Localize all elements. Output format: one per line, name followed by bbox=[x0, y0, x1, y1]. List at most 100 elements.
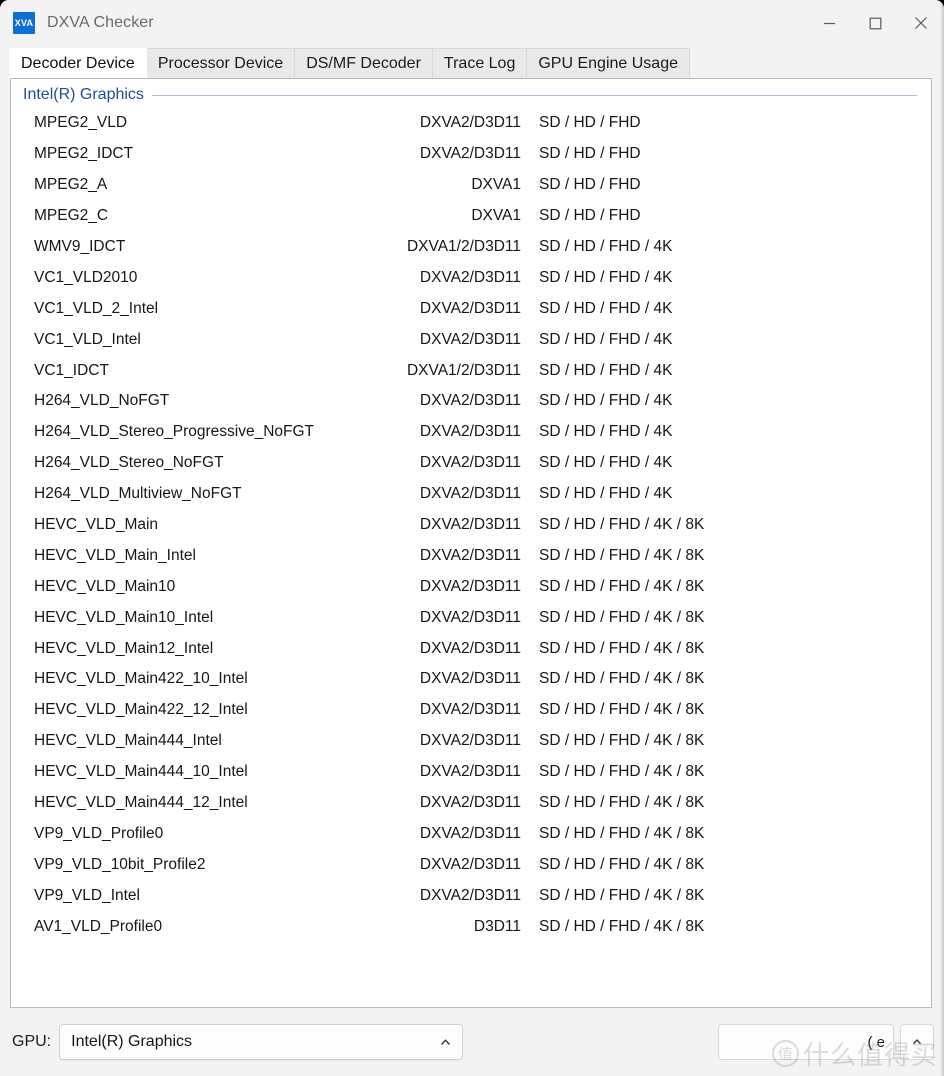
decoder-row[interactable]: VP9_VLD_10bit_Profile2 DXVA2/D3D11 SD / HD… bbox=[11, 849, 931, 880]
decoder-row[interactable]: HEVC_VLD_Main10_Intel DXVA2/D3D11 SD / HD … bbox=[11, 602, 931, 633]
decoder-row[interactable]: VC1_VLD_Intel DXVA2/D3D11 SD / HD / FHD / … bbox=[11, 324, 931, 355]
decoder-api: DXVA2/D3D11 bbox=[419, 824, 521, 842]
decoder-resolutions: SD / HD / FHD / 4K bbox=[539, 485, 673, 503]
decoder-api: DXVA1/2/D3D11 bbox=[406, 238, 521, 255]
decoder-api: DXVA2/D3D11 bbox=[419, 546, 521, 564]
decoder-row[interactable]: VC1_IDCT DXVA1/2/D3D11 SD / HD / FHD / 4K bbox=[11, 355, 931, 386]
tab-strip: Decoder Device Processor Device DS/MF Deco… bbox=[0, 46, 944, 78]
secondary-select[interactable]: ( e bbox=[718, 1024, 894, 1060]
tab-decoder-device[interactable]: Decoder Device bbox=[9, 48, 147, 78]
decoder-list: MPEG2_VLD DXVA2/D3D11 SD / HD / FHD MPEG2_I… bbox=[11, 105, 931, 942]
minimize-button[interactable] bbox=[806, 0, 852, 46]
decoder-api: DXVA2/D3D11 bbox=[419, 732, 521, 750]
decoder-resolutions: SD / HD / FHD / 4K / 8K bbox=[539, 824, 705, 842]
decoder-row[interactable]: H264_VLD_Stereo_NoFGT DXVA2/D3D11 SD / HD … bbox=[11, 448, 931, 479]
decoder-row[interactable]: MPEG2_A DXVA1 SD / HD / FHD bbox=[11, 170, 931, 201]
decoder-name: VC1_VLD_Intel bbox=[34, 330, 141, 348]
decoder-row[interactable]: WMV9_IDCT DXVA1/2/D3D11 SD / HD / FHD / 4K bbox=[11, 232, 931, 263]
decoder-row[interactable]: HEVC_VLD_Main444_Intel DXVA2/D3D11 SD / HD… bbox=[11, 726, 931, 757]
decoder-row[interactable]: H264_VLD_Stereo_Progressive_NoFGT DXVA2/D… bbox=[11, 417, 931, 448]
decoder-resolutions: SD / HD / FHD / 4K / 8K bbox=[539, 670, 705, 688]
decoder-row[interactable]: HEVC_VLD_Main10 DXVA2/D3D11 SD / HD / FHD … bbox=[11, 571, 931, 602]
decoder-row[interactable]: VC1_VLD2010 DXVA2/D3D11 SD / HD / FHD / 4K bbox=[11, 262, 931, 293]
decoder-row[interactable]: VP9_VLD_Intel DXVA2/D3D11 SD / HD / FHD / … bbox=[11, 880, 931, 911]
decoder-row[interactable]: H264_VLD_NoFGT DXVA2/D3D11 SD / HD / FHD /… bbox=[11, 386, 931, 417]
decoder-resolutions: SD / HD / FHD / 4K / 8K bbox=[539, 855, 705, 873]
decoder-name: VP9_VLD_10bit_Profile2 bbox=[34, 855, 206, 873]
decoder-row[interactable]: VC1_VLD_2_Intel DXVA2/D3D11 SD / HD / FHD … bbox=[11, 293, 931, 324]
minimize-icon bbox=[823, 22, 835, 24]
decoder-row[interactable]: VP9_VLD_Profile0 DXVA2/D3D11 SD / HD / FHD… bbox=[11, 818, 931, 849]
close-button[interactable] bbox=[898, 0, 944, 46]
decoder-row[interactable]: MPEG2_IDCT DXVA2/D3D11 SD / HD / FHD bbox=[11, 139, 931, 170]
decoder-name: H264_VLD_NoFGT bbox=[34, 392, 170, 410]
decoder-device-panel: Intel(R) Graphics MPEG2_VLD DXVA2/D3D11 SD… bbox=[10, 78, 932, 1008]
tab-ds-mf-decoder[interactable]: DS/MF Decoder bbox=[294, 48, 433, 78]
decoder-name: VC1_VLD_2_Intel bbox=[34, 299, 159, 317]
gpu-select[interactable]: Intel(R) Graphics bbox=[59, 1024, 464, 1060]
decoder-row[interactable]: HEVC_VLD_Main12_Intel DXVA2/D3D11 SD / HD … bbox=[11, 633, 931, 664]
tab-gpu-engine-usage[interactable]: GPU Engine Usage bbox=[526, 48, 690, 78]
decoder-row[interactable]: AV1_VLD_Profile0 D3D11 SD / HD / FHD / 4K … bbox=[11, 911, 931, 942]
decoder-name: VC1_VLD2010 bbox=[34, 268, 138, 286]
decoder-name: HEVC_VLD_Main422_12_Intel bbox=[34, 701, 248, 719]
decoder-name: HEVC_VLD_Main12_Intel bbox=[34, 639, 214, 657]
decoder-resolutions: SD / HD / FHD bbox=[539, 145, 641, 163]
decoder-row[interactable]: HEVC_VLD_Main422_12_Intel DXVA2/D3D11 SD /… bbox=[11, 695, 931, 726]
app-icon-label: XVA bbox=[14, 18, 34, 28]
decoder-api: DXVA2/D3D11 bbox=[419, 794, 521, 812]
decoder-row[interactable]: H264_VLD_Multiview_NoFGT DXVA2/D3D11 SD / … bbox=[11, 479, 931, 510]
decoder-api: DXVA2/D3D11 bbox=[419, 855, 521, 873]
decoder-name: AV1_VLD_Profile0 bbox=[34, 917, 163, 935]
decoder-name: VC1_IDCT bbox=[34, 361, 109, 379]
decoder-api: DXVA2/D3D11 bbox=[419, 392, 521, 410]
decoder-api: DXVA1 bbox=[471, 207, 521, 225]
decoder-name: HEVC_VLD_Main422_10_Intel bbox=[34, 670, 248, 688]
decoder-resolutions: SD / HD / FHD / 4K bbox=[539, 238, 673, 255]
decoder-name: MPEG2_A bbox=[34, 176, 108, 194]
decoder-resolutions: SD / HD / FHD / 4K / 8K bbox=[539, 608, 705, 626]
decoder-resolutions: SD / HD / FHD / 4K / 8K bbox=[539, 577, 705, 595]
decoder-row[interactable]: MPEG2_VLD DXVA2/D3D11 SD / HD / FHD bbox=[11, 108, 931, 139]
group-rule bbox=[151, 94, 917, 96]
group-header: Intel(R) Graphics bbox=[11, 79, 931, 105]
chevron-up-small-icon bbox=[911, 1036, 923, 1048]
window-title: DXVA Checker bbox=[47, 14, 154, 31]
decoder-name: MPEG2_IDCT bbox=[34, 145, 134, 163]
maximize-button[interactable] bbox=[852, 0, 898, 46]
decoder-api: DXVA2/D3D11 bbox=[419, 145, 521, 163]
decoder-api: DXVA2/D3D11 bbox=[419, 268, 521, 286]
decoder-resolutions: SD / HD / FHD / 4K bbox=[539, 392, 673, 410]
decoder-resolutions: SD / HD / FHD / 4K / 8K bbox=[539, 546, 705, 564]
title-bar: XVA DXVA Checker bbox=[0, 0, 944, 46]
secondary-expand-button[interactable] bbox=[900, 1024, 934, 1060]
tab-trace-log[interactable]: Trace Log bbox=[431, 48, 528, 78]
decoder-row[interactable]: HEVC_VLD_Main DXVA2/D3D11 SD / HD / FHD / … bbox=[11, 510, 931, 541]
decoder-api: DXVA2/D3D11 bbox=[419, 886, 521, 904]
decoder-row[interactable]: HEVC_VLD_Main444_10_Intel DXVA2/D3D11 SD /… bbox=[11, 757, 931, 788]
decoder-row[interactable]: MPEG2_C DXVA1 SD / HD / FHD bbox=[11, 201, 931, 232]
tab-processor-device[interactable]: Processor Device bbox=[145, 48, 296, 78]
close-icon bbox=[915, 17, 927, 29]
decoder-name: VP9_VLD_Intel bbox=[34, 886, 140, 904]
decoder-api: DXVA2/D3D11 bbox=[419, 485, 521, 503]
decoder-resolutions: SD / HD / FHD / 4K bbox=[539, 423, 673, 441]
bottom-bar: GPU: Intel(R) Graphics ( e 值 什么值得买 bbox=[0, 1008, 944, 1076]
decoder-row[interactable]: HEVC_VLD_Main_Intel DXVA2/D3D11 SD / HD / … bbox=[11, 540, 931, 571]
decoder-resolutions: SD / HD / FHD / 4K bbox=[539, 454, 673, 472]
app-icon: XVA bbox=[13, 12, 35, 34]
decoder-api: DXVA1 bbox=[471, 176, 521, 194]
decoder-name: VP9_VLD_Profile0 bbox=[34, 824, 164, 842]
decoder-row[interactable]: HEVC_VLD_Main444_12_Intel DXVA2/D3D11 SD /… bbox=[11, 788, 931, 819]
decoder-resolutions: SD / HD / FHD / 4K / 8K bbox=[539, 886, 705, 904]
window-controls bbox=[806, 0, 944, 46]
decoder-resolutions: SD / HD / FHD / 4K / 8K bbox=[539, 701, 705, 719]
decoder-name: HEVC_VLD_Main444_Intel bbox=[34, 732, 222, 750]
decoder-resolutions: SD / HD / FHD / 4K / 8K bbox=[539, 639, 705, 657]
decoder-api: DXVA2/D3D11 bbox=[419, 423, 521, 441]
decoder-api: DXVA2/D3D11 bbox=[419, 299, 521, 317]
decoder-resolutions: SD / HD / FHD / 4K bbox=[539, 361, 673, 379]
maximize-icon bbox=[869, 17, 881, 29]
bottom-right-group: ( e bbox=[718, 1024, 934, 1060]
decoder-row[interactable]: HEVC_VLD_Main422_10_Intel DXVA2/D3D11 SD /… bbox=[11, 664, 931, 695]
